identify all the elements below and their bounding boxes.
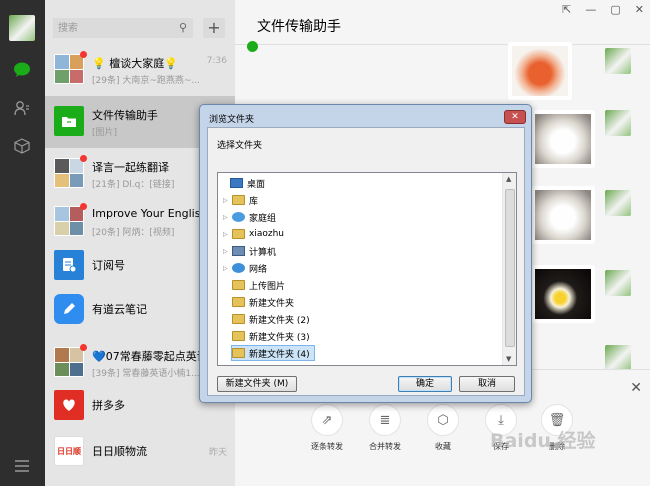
- pencil-icon: [54, 294, 84, 324]
- favorites-icon[interactable]: [12, 136, 32, 156]
- pin-icon[interactable]: ⇱: [562, 3, 571, 16]
- tree-node[interactable]: 新建文件夹 (3): [232, 328, 310, 344]
- dialog-body: 选择文件夹 桌面 ▷ 库 ▷ 家庭组 ▷ xiaozhu ▷ 计算机 ▷ 网络 上传图片 …: [207, 127, 525, 396]
- scroll-thumb[interactable]: [505, 189, 515, 347]
- header-divider: [235, 44, 650, 45]
- sender-avatar: [605, 48, 631, 74]
- chat-icon[interactable]: [12, 60, 32, 80]
- sender-avatar: [605, 110, 631, 136]
- desktop-icon: [230, 178, 243, 188]
- watermark: Baidu 经验: [490, 430, 596, 452]
- dialog-close-button[interactable]: ✕: [504, 110, 526, 124]
- merge-icon: ≣: [369, 404, 401, 436]
- tree-node[interactable]: ▷ 网络: [223, 260, 267, 276]
- library-icon: [232, 195, 245, 205]
- close-icon[interactable]: ✕: [635, 3, 644, 16]
- scroll-up-icon[interactable]: ▲: [506, 175, 511, 183]
- unread-dot: [80, 344, 87, 351]
- search-bar: ⚲ +: [53, 18, 235, 38]
- favorite-button[interactable]: ⬡ 收藏: [421, 404, 465, 452]
- subscription-icon: [54, 250, 84, 280]
- selected-check-icon[interactable]: [247, 41, 258, 52]
- window-controls: ⇱ — ▢ ✕: [562, 3, 644, 16]
- chat-preview: [29条] 大南京~跑燕燕~...: [92, 76, 201, 86]
- group-avatar: [54, 347, 84, 377]
- forward-one-by-one-button[interactable]: ⇗ 逐条转发: [305, 404, 349, 452]
- menu-icon[interactable]: [12, 456, 32, 476]
- folder-icon: [232, 331, 245, 341]
- tree-node[interactable]: 上传图片: [232, 277, 285, 293]
- tree-scrollbar[interactable]: ▲ ▼: [502, 173, 516, 365]
- folder-tree[interactable]: 桌面 ▷ 库 ▷ 家庭组 ▷ xiaozhu ▷ 计算机 ▷ 网络 上传图片 新建文件夹 …: [217, 172, 517, 366]
- image-message[interactable]: [531, 265, 595, 323]
- unread-dot: [80, 155, 87, 162]
- merge-forward-button[interactable]: ≣ 合并转发: [363, 404, 407, 452]
- chat-time: 7:36: [206, 56, 227, 66]
- expand-arrow-icon[interactable]: ▷: [223, 214, 232, 221]
- dialog-prompt: 选择文件夹: [217, 141, 263, 151]
- share-icon: ⇗: [311, 404, 343, 436]
- box-icon: ⬡: [427, 404, 459, 436]
- add-chat-button[interactable]: +: [203, 18, 225, 38]
- computer-icon: [232, 246, 245, 256]
- homegroup-icon: [232, 212, 245, 222]
- tree-node-selected[interactable]: 新建文件夹 (4): [231, 345, 315, 361]
- expand-arrow-icon[interactable]: ▷: [223, 197, 232, 204]
- ok-button[interactable]: 确定: [398, 376, 452, 392]
- network-icon: [232, 263, 245, 273]
- chat-item-family[interactable]: 💡 檀谈大家庭💡 [29条] 大南京~跑燕燕~... 7:36: [45, 44, 235, 96]
- chat-item-rrs[interactable]: 日日顺 日日顺物流 昨天: [45, 426, 235, 478]
- dialog-title: 浏览文件夹: [209, 115, 255, 125]
- sender-avatar: [605, 190, 631, 216]
- tree-node[interactable]: 桌面: [221, 175, 265, 191]
- tree-node[interactable]: ▷ xiaozhu: [223, 226, 284, 242]
- expand-arrow-icon[interactable]: ▷: [223, 231, 232, 238]
- search-icon[interactable]: ⚲: [179, 21, 187, 34]
- contacts-icon[interactable]: [12, 98, 32, 118]
- rrs-logo-icon: 日日顺: [54, 436, 84, 466]
- folder-icon: [232, 297, 245, 307]
- minimize-icon[interactable]: —: [585, 3, 596, 16]
- tree-node[interactable]: 新建文件夹 (2): [232, 311, 310, 327]
- tree-node[interactable]: ▷ 家庭组: [223, 209, 276, 225]
- pinduoduo-logo-icon: [54, 390, 84, 420]
- maximize-icon[interactable]: ▢: [610, 3, 620, 16]
- scroll-down-icon[interactable]: ▼: [506, 355, 511, 363]
- folder-icon: [54, 106, 84, 136]
- unread-dot: [80, 51, 87, 58]
- folder-icon: [232, 280, 245, 290]
- close-icon[interactable]: ✕: [630, 380, 642, 396]
- nav-rail: [0, 0, 45, 486]
- image-message[interactable]: [508, 42, 572, 100]
- user-avatar[interactable]: [9, 15, 35, 41]
- expand-arrow-icon[interactable]: ▷: [223, 248, 232, 255]
- group-avatar: [54, 206, 84, 236]
- expand-arrow-icon[interactable]: ▷: [223, 265, 232, 272]
- cancel-button[interactable]: 取消: [459, 376, 515, 392]
- chat-title: 文件传输助手: [257, 19, 341, 35]
- new-folder-button[interactable]: 新建文件夹 (M): [217, 376, 297, 392]
- sender-avatar: [605, 270, 631, 296]
- user-folder-icon: [232, 229, 245, 239]
- tree-node[interactable]: ▷ 库: [223, 192, 258, 208]
- tree-node[interactable]: ▷ 计算机: [223, 243, 276, 259]
- folder-icon: [232, 314, 245, 324]
- folder-icon: [232, 348, 245, 358]
- search-input[interactable]: [53, 18, 193, 38]
- image-message[interactable]: [531, 110, 595, 168]
- group-avatar: [54, 158, 84, 188]
- image-message[interactable]: [531, 186, 595, 244]
- chat-time: 昨天: [208, 448, 227, 458]
- tree-node[interactable]: 新建文件夹: [232, 294, 294, 310]
- group-avatar: [54, 54, 84, 84]
- sender-avatar: [605, 345, 631, 371]
- browse-folder-dialog: 浏览文件夹 ✕ 选择文件夹 桌面 ▷ 库 ▷ 家庭组 ▷ xiaozhu ▷ 计算机 ▷…: [199, 104, 532, 403]
- unread-dot: [80, 203, 87, 210]
- chat-name: 日日顺物流: [92, 445, 147, 458]
